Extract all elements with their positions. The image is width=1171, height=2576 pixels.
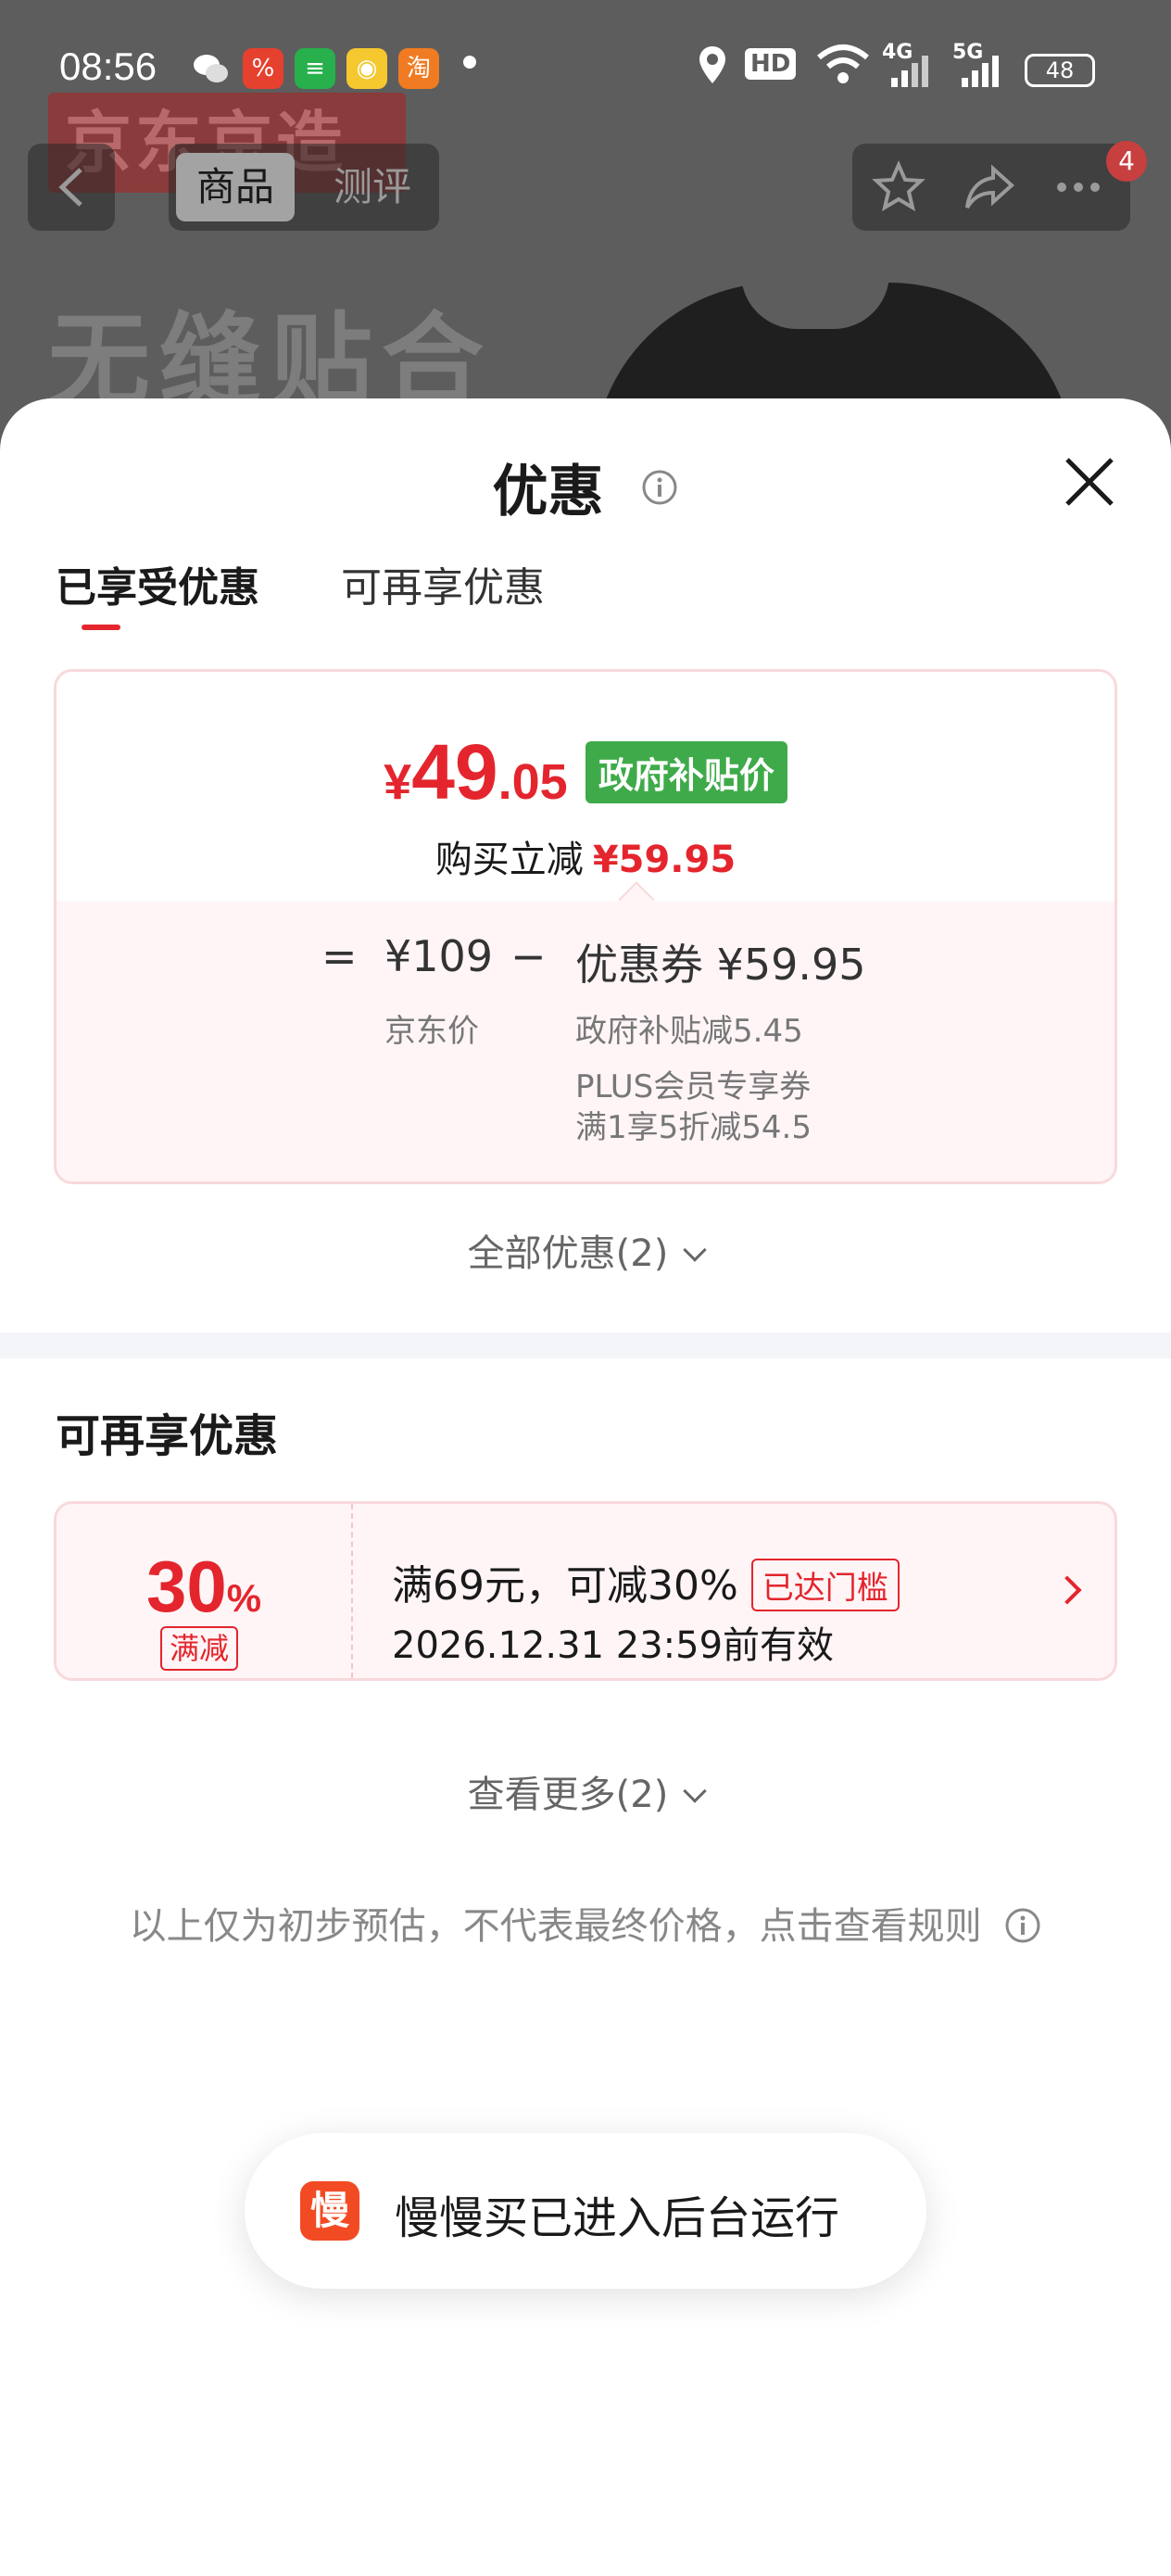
coupon-percent: 30% xyxy=(57,1545,351,1629)
coupon-status-badge: 已达门槛 xyxy=(750,1558,900,1611)
close-icon[interactable] xyxy=(1056,448,1123,515)
wifi-icon xyxy=(815,41,871,93)
app-icon: % xyxy=(243,48,283,89)
product-actions xyxy=(852,144,1130,231)
jd-price: ¥109 xyxy=(384,931,494,981)
more-discounts-title: 可再享优惠 xyxy=(56,1410,279,1462)
equals-sign: = xyxy=(321,931,358,981)
coupon-percent-number: 30 xyxy=(145,1546,227,1627)
back-button[interactable] xyxy=(28,144,115,231)
background-running-toast: 慢 慢慢买已进入后台运行 xyxy=(245,2133,926,2289)
signal-icon-2 xyxy=(960,52,1002,96)
disclaimer-text: 以上仅为初步预估，不代表最终价格，点击查看规则 xyxy=(129,1905,982,1948)
chevron-down-icon xyxy=(683,1238,708,1262)
reduce-line: 购买立减 ¥59.95 xyxy=(57,829,1114,883)
tab-product[interactable]: 商品 xyxy=(176,153,296,221)
toast-text: 慢慢买已进入后台运行 xyxy=(395,2192,840,2244)
final-price-decimal: .05 xyxy=(497,754,568,810)
coupon-validity: 2026.12.31 23:59前有效 xyxy=(392,1624,835,1667)
coupon-desc-text: 满69元，可减30% xyxy=(392,1562,738,1610)
jd-price-label: 京东价 xyxy=(384,1013,479,1050)
price-breakdown: = ¥109 京东价 − 优惠券 ¥59.95 政府补贴减5.45 PLUS会员… xyxy=(57,902,1114,1181)
tab-review[interactable]: 测评 xyxy=(313,153,432,221)
battery-indicator: 48 xyxy=(1025,54,1095,87)
star-icon[interactable] xyxy=(871,159,926,215)
status-time: 08:56 xyxy=(59,44,157,88)
gov-subsidy-badge: 政府补贴价 xyxy=(585,741,787,803)
notification-dot xyxy=(463,56,476,69)
sheet-title-text: 优惠 xyxy=(492,460,604,524)
chevron-left-icon xyxy=(58,168,82,207)
final-price-currency: ¥ xyxy=(384,754,412,810)
all-offers-toggle[interactable]: 全部优惠(2) xyxy=(0,1223,1171,1277)
disclaimer-link[interactable]: 以上仅为初步预估，不代表最终价格，点击查看规则 xyxy=(0,1896,1171,1950)
share-icon[interactable] xyxy=(962,159,1017,215)
manmanmai-app-icon: 慢 xyxy=(300,2181,359,2241)
location-icon xyxy=(697,44,728,93)
hd-indicator: HD xyxy=(745,48,797,80)
coupon-total: 优惠券 ¥59.95 xyxy=(575,940,866,990)
see-more-toggle[interactable]: 查看更多(2) xyxy=(0,1764,1171,1818)
notification-badge: 4 xyxy=(1106,141,1147,182)
wechat-icon xyxy=(191,48,232,89)
coupon-detail-half: 满1享5折减54.5 xyxy=(575,1109,812,1146)
product-nav-tabs: 商品 测评 xyxy=(169,144,439,231)
chevron-right-icon[interactable] xyxy=(1052,1575,1082,1605)
all-offers-label: 全部优惠(2) xyxy=(467,1232,669,1275)
info-icon xyxy=(1005,1908,1040,1943)
coupon-type-badge: 满减 xyxy=(160,1626,239,1671)
chevron-down-icon xyxy=(683,1779,708,1803)
status-bar: 08:56 % ≡ ◉ 淘 HD 4G 5G 48 xyxy=(0,37,1171,102)
coupon-percent-sign: % xyxy=(226,1576,262,1620)
final-price-integer: 49 xyxy=(411,728,498,815)
reduce-label: 购买立减 xyxy=(434,839,584,881)
reduce-value: ¥59.95 xyxy=(592,839,737,881)
minus-sign: − xyxy=(510,931,547,981)
coupon-detail-plus: PLUS会员专享券 xyxy=(575,1068,812,1105)
tab-enjoyed-discounts[interactable]: 已享受优惠 xyxy=(56,554,259,613)
message-icon: ≡ xyxy=(295,48,335,89)
taobao-icon: 淘 xyxy=(398,48,439,89)
weibo-icon: ◉ xyxy=(346,48,387,89)
coupon-description: 满69元，可减30% 已达门槛 xyxy=(392,1552,900,1615)
coupon-detail-gov: 政府补贴减5.45 xyxy=(575,1013,803,1050)
summary-top: ¥49.05 政府补贴价 购买立减 ¥59.95 xyxy=(57,672,1114,902)
price-summary-card: ¥49.05 政府补贴价 购买立减 ¥59.95 = ¥109 京东价 − 优惠券… xyxy=(54,669,1117,1184)
final-price-line: ¥49.05 政府补贴价 xyxy=(57,727,1114,817)
active-tab-indicator xyxy=(82,625,120,630)
more-icon[interactable] xyxy=(1051,159,1106,215)
signal-icon-1 xyxy=(889,52,932,96)
coupon-card[interactable]: 30% 满减 满69元，可减30% 已达门槛 2026.12.31 23:59前有… xyxy=(54,1501,1117,1681)
section-divider xyxy=(0,1332,1171,1358)
see-more-label: 查看更多(2) xyxy=(467,1774,669,1816)
tab-more-discounts[interactable]: 可再享优惠 xyxy=(341,554,545,613)
sheet-title: 优惠 xyxy=(0,447,1171,527)
info-icon[interactable] xyxy=(641,469,678,506)
final-price: ¥49.05 xyxy=(384,727,568,817)
coupon-value-panel: 30% 满减 xyxy=(57,1504,353,1678)
